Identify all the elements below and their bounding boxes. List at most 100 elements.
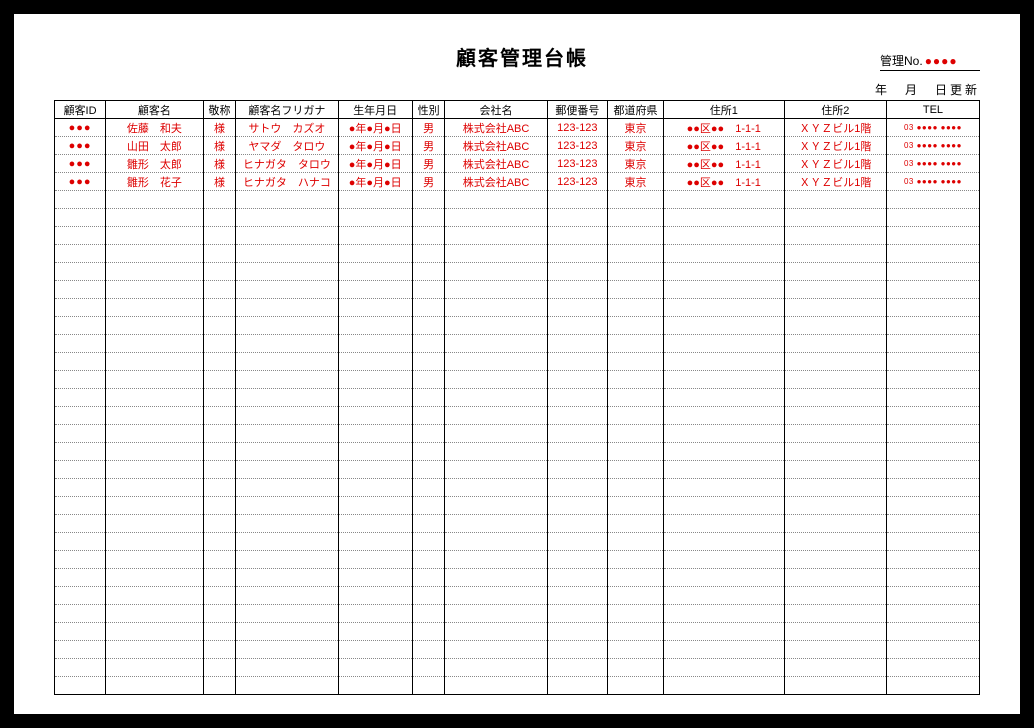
cell-empty [886, 515, 979, 533]
cell-empty [886, 641, 979, 659]
table-row-empty [55, 479, 980, 497]
cell-company: 株式会社ABC [445, 155, 547, 173]
cell-empty [663, 335, 784, 353]
cell-empty [338, 659, 412, 677]
table-row-empty [55, 605, 980, 623]
cell-tel: 03 ●●●● ●●●● [886, 173, 979, 191]
cell-empty [784, 461, 886, 479]
cell-empty [547, 191, 607, 209]
cell-company: 株式会社ABC [445, 119, 547, 137]
cell-empty [445, 641, 547, 659]
cell-empty [445, 497, 547, 515]
cell-empty [445, 479, 547, 497]
cell-empty [784, 677, 886, 695]
cell-empty [886, 317, 979, 335]
cell-empty [784, 569, 886, 587]
cell-empty [338, 281, 412, 299]
cell-empty [236, 317, 338, 335]
table-row-empty [55, 227, 980, 245]
cell-empty [445, 407, 547, 425]
cell-zip: 123-123 [547, 119, 607, 137]
cell-empty [663, 551, 784, 569]
cell-empty [203, 659, 236, 677]
cell-empty [445, 335, 547, 353]
cell-empty [608, 245, 664, 263]
cell-zip: 123-123 [547, 137, 607, 155]
cell-empty [886, 245, 979, 263]
cell-empty [784, 533, 886, 551]
cell-empty [106, 461, 204, 479]
cell-empty [886, 551, 979, 569]
mgmt-no-value: ●●●● [925, 54, 958, 68]
cell-empty [55, 551, 106, 569]
cell-empty [412, 245, 445, 263]
cell-empty [608, 605, 664, 623]
cell-empty [784, 551, 886, 569]
cell-empty [106, 551, 204, 569]
cell-empty [608, 659, 664, 677]
cell-empty [338, 461, 412, 479]
cell-empty [886, 479, 979, 497]
cell-empty [663, 227, 784, 245]
cell-empty [236, 623, 338, 641]
cell-empty [106, 677, 204, 695]
table-row-empty [55, 317, 980, 335]
table-row-empty [55, 353, 980, 371]
cell-empty [236, 605, 338, 623]
col-prefecture: 都道府県 [608, 101, 664, 119]
cell-empty [784, 191, 886, 209]
cell-empty [445, 263, 547, 281]
cell-empty [203, 479, 236, 497]
cell-empty [106, 605, 204, 623]
cell-empty [55, 569, 106, 587]
col-address2: 住所2 [784, 101, 886, 119]
cell-empty [445, 245, 547, 263]
cell-empty [445, 677, 547, 695]
cell-empty [338, 425, 412, 443]
table-row: ●●●雛形 太郎様ヒナガタ タロウ●年●月●日男株式会社ABC123-123東京… [55, 155, 980, 173]
cell-empty [886, 263, 979, 281]
cell-empty [338, 605, 412, 623]
cell-empty [784, 515, 886, 533]
customer-ledger-table: 顧客ID 顧客名 敬称 顧客名フリガナ 生年月日 性別 会社名 郵便番号 都道府… [54, 100, 980, 695]
cell-furigana: ヤマダ タロウ [236, 137, 338, 155]
cell-empty [784, 281, 886, 299]
cell-empty [55, 497, 106, 515]
cell-empty [412, 461, 445, 479]
cell-empty [236, 263, 338, 281]
cell-empty [784, 641, 886, 659]
cell-empty [106, 515, 204, 533]
table-row-empty [55, 569, 980, 587]
table-row-empty [55, 245, 980, 263]
cell-empty [412, 371, 445, 389]
cell-empty [106, 317, 204, 335]
cell-name: 雛形 花子 [106, 173, 204, 191]
table-row-empty [55, 659, 980, 677]
table-row-empty [55, 497, 980, 515]
table-row-empty [55, 587, 980, 605]
cell-empty [412, 659, 445, 677]
cell-empty [608, 389, 664, 407]
cell-empty [203, 353, 236, 371]
cell-empty [608, 533, 664, 551]
cell-empty [338, 515, 412, 533]
cell-empty [236, 389, 338, 407]
cell-empty [338, 299, 412, 317]
cell-tel: 03 ●●●● ●●●● [886, 155, 979, 173]
cell-hon: 様 [203, 119, 236, 137]
cell-empty [203, 299, 236, 317]
cell-empty [203, 245, 236, 263]
cell-empty [547, 389, 607, 407]
cell-empty [886, 389, 979, 407]
cell-empty [784, 479, 886, 497]
cell-empty [886, 443, 979, 461]
cell-empty [236, 245, 338, 263]
cell-empty [338, 191, 412, 209]
cell-empty [203, 227, 236, 245]
cell-empty [663, 677, 784, 695]
cell-empty [547, 515, 607, 533]
cell-hon: 様 [203, 155, 236, 173]
cell-empty [886, 605, 979, 623]
cell-empty [663, 299, 784, 317]
cell-empty [412, 515, 445, 533]
